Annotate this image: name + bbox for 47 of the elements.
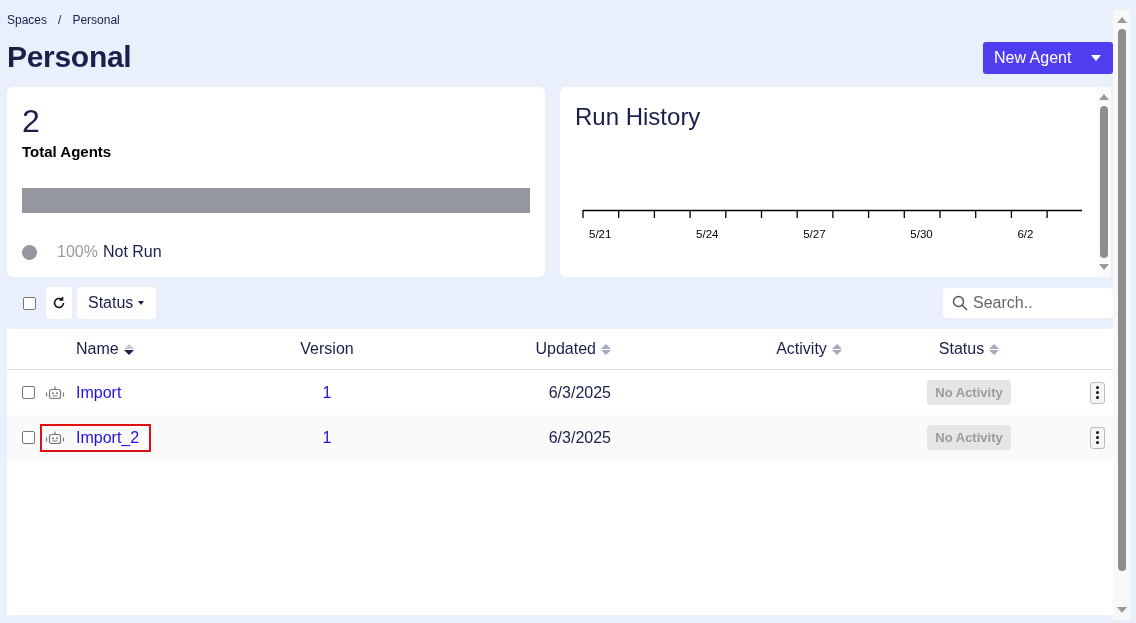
row-checkbox[interactable] <box>22 431 35 444</box>
robot-icon <box>45 429 65 446</box>
version-link[interactable]: 1 <box>322 383 332 402</box>
scroll-up-icon[interactable] <box>1116 17 1127 23</box>
row-menu-button[interactable] <box>1090 381 1105 404</box>
breadcrumb-separator: / <box>58 13 62 27</box>
page-title: Personal <box>7 40 132 74</box>
agent-name-link[interactable]: Import <box>73 381 125 404</box>
caret-icon <box>1091 55 1101 61</box>
legend-percent: 100% <box>57 243 98 261</box>
status-filter-button[interactable]: Status <box>77 287 157 319</box>
breadcrumb-link[interactable]: Personal <box>72 13 120 27</box>
breadcrumb-link[interactable]: Spaces <box>7 13 48 27</box>
axis-label: 6/2 <box>1017 228 1034 240</box>
status-badge: No Activity <box>927 425 1011 450</box>
count-label: Total Agents <box>22 143 112 160</box>
column-header[interactable]: Activity <box>776 340 827 358</box>
scroll-thumb[interactable] <box>1100 106 1108 258</box>
chart-title: Run History <box>575 103 701 131</box>
legend-label: Not Run <box>102 243 162 261</box>
axis-label: 5/21 <box>589 228 612 240</box>
status-badge: No Activity <box>927 380 1011 405</box>
scroll-down-icon[interactable] <box>1116 607 1127 613</box>
axis-label: 5/27 <box>803 228 826 240</box>
new-agent-button[interactable]: New Agent <box>983 42 1113 74</box>
sort-icon[interactable] <box>123 343 134 355</box>
column-header[interactable]: Updated <box>535 340 596 358</box>
select-all-checkbox[interactable] <box>23 296 36 310</box>
column-header[interactable]: Status <box>938 340 985 358</box>
column-header: Version <box>300 340 354 358</box>
robot-icon <box>45 384 65 401</box>
column-header[interactable]: Name <box>76 340 119 358</box>
refresh-icon <box>52 296 66 310</box>
scroll-thumb[interactable] <box>1117 29 1126 571</box>
row-checkbox[interactable] <box>22 386 35 399</box>
search-field[interactable]: Search.. <box>943 288 1113 318</box>
caret-icon <box>138 301 145 305</box>
axis-label: 5/24 <box>696 228 719 240</box>
agent-count: 2 <box>22 105 40 137</box>
search-icon <box>952 295 968 311</box>
updated-date: 6/3/2025 <box>548 383 611 402</box>
refresh-button[interactable] <box>46 287 72 319</box>
updated-date: 6/3/2025 <box>548 428 611 447</box>
version-link[interactable]: 1 <box>322 428 332 447</box>
axis-label: 5/30 <box>910 228 933 240</box>
agent-name-link[interactable]: Import_2 <box>42 425 150 450</box>
row-menu-button[interactable] <box>1090 426 1105 449</box>
